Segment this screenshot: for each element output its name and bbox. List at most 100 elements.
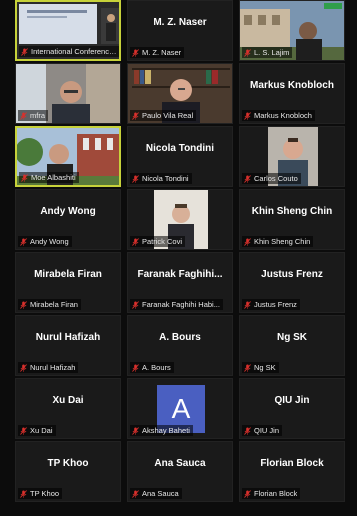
participant-display-name: Mirabela Firan [34, 269, 102, 280]
participant-name-text: Mirabela Firan [30, 300, 78, 309]
microphone-muted-icon [244, 48, 251, 57]
participant-tile[interactable]: Khin Sheng Chin Khin Sheng Chin [239, 189, 345, 250]
participant-name-text: International Conference... [31, 47, 119, 56]
participant-tile[interactable]: International Conference... [15, 0, 121, 61]
participant-name-label: L. S. Lajim [242, 47, 293, 58]
participant-display-name: Khin Sheng Chin [251, 206, 333, 217]
participant-name-text: Justus Frenz [254, 300, 297, 309]
microphone-muted-icon [20, 426, 27, 435]
participant-display-name: A. Bours [159, 332, 201, 343]
participant-name-label: Xu Dai [18, 425, 56, 436]
participant-tile[interactable]: L. S. Lajim [239, 0, 345, 61]
participant-name-label: Khin Sheng Chin [242, 236, 314, 247]
participant-display-name: Justus Frenz [261, 269, 323, 280]
participant-tile[interactable]: Ana Sauca Ana Sauca [127, 441, 233, 502]
participant-tile[interactable]: Faranak Faghihi... Faranak Faghihi Habi..… [127, 252, 233, 313]
microphone-muted-icon [132, 489, 139, 498]
participant-name-text: QIU Jin [254, 426, 280, 435]
microphone-muted-icon [244, 363, 251, 372]
participant-name-label: International Conference... [19, 46, 119, 57]
participant-name-text: Ng SK [254, 363, 276, 372]
participant-display-name: Faranak Faghihi... [137, 269, 223, 280]
participant-name-text: Faranak Faghihi Habi... [142, 300, 220, 309]
participant-name-label: Carlos Couto [242, 173, 301, 184]
participant-name-label: QIU Jin [242, 425, 283, 436]
participant-tile[interactable]: mfra [15, 63, 121, 124]
participant-name-label: mfra [18, 110, 48, 121]
participant-name-label: A. Bours [130, 362, 174, 373]
microphone-muted-icon [132, 48, 139, 57]
participant-name-text: M. Z. Naser [142, 48, 182, 57]
gallery-grid: International Conference... M. Z. Naser M.… [15, 0, 345, 502]
microphone-muted-icon [20, 237, 27, 246]
participant-tile[interactable]: Paulo Vila Real [127, 63, 233, 124]
participant-display-name: QIU Jin [274, 395, 310, 406]
participant-tile[interactable]: A Akshay Baheti [127, 378, 233, 439]
microphone-muted-icon [244, 237, 251, 246]
microphone-muted-icon [20, 363, 27, 372]
participant-tile[interactable]: Carlos Couto [239, 126, 345, 187]
microphone-muted-icon [132, 111, 139, 120]
participant-tile[interactable]: Florian Block Florian Block [239, 441, 345, 502]
participant-display-name: TP Khoo [47, 458, 89, 469]
participant-name-text: mfra [30, 111, 45, 120]
microphone-muted-icon [132, 237, 139, 246]
participant-name-label: TP Khoo [18, 488, 63, 499]
participant-name-label: Faranak Faghihi Habi... [130, 299, 223, 310]
microphone-muted-icon [20, 489, 27, 498]
participant-name-text: Akshay Baheti [142, 426, 190, 435]
participant-name-text: Khin Sheng Chin [254, 237, 311, 246]
participant-name-text: Florian Block [254, 489, 298, 498]
participant-name-label: Patrick Covi [130, 236, 186, 247]
participant-tile[interactable]: A. Bours A. Bours [127, 315, 233, 376]
participant-display-name: M. Z. Naser [153, 17, 207, 28]
participant-tile[interactable]: Patrick Covi [127, 189, 233, 250]
participant-name-text: Patrick Covi [142, 237, 183, 246]
microphone-muted-icon [244, 426, 251, 435]
microphone-muted-icon [132, 300, 139, 309]
participant-tile[interactable]: QIU Jin QIU Jin [239, 378, 345, 439]
microphone-muted-icon [244, 111, 251, 120]
participant-name-label: Andy Wong [18, 236, 72, 247]
participant-display-name: Ana Sauca [154, 458, 206, 469]
participant-tile[interactable]: Xu Dai Xu Dai [15, 378, 121, 439]
participant-name-label: Markus Knobloch [242, 110, 315, 121]
participant-display-name: Ng SK [277, 332, 307, 343]
participant-name-label: Nicola Tondini [130, 173, 192, 184]
microphone-muted-icon [20, 300, 27, 309]
participant-name-label: Akshay Baheti [130, 425, 193, 436]
participant-tile[interactable]: Justus Frenz Justus Frenz [239, 252, 345, 313]
participant-name-text: Moe Albashiti [31, 173, 76, 182]
participant-display-name: Markus Knobloch [250, 80, 334, 91]
participant-name-text: Ana Sauca [142, 489, 179, 498]
participant-tile[interactable]: Markus Knobloch Markus Knobloch [239, 63, 345, 124]
participant-name-label: Ng SK [242, 362, 279, 373]
participant-name-label: Mirabela Firan [18, 299, 81, 310]
participant-name-label: M. Z. Naser [130, 47, 185, 58]
participant-name-label: Justus Frenz [242, 299, 300, 310]
participant-display-name: Nurul Hafizah [35, 332, 101, 343]
participant-display-name: Florian Block [260, 458, 324, 469]
participant-name-text: TP Khoo [30, 489, 60, 498]
microphone-muted-icon [244, 489, 251, 498]
participant-name-label: Moe Albashiti [19, 172, 79, 183]
participant-tile[interactable]: M. Z. Naser M. Z. Naser [127, 0, 233, 61]
microphone-muted-icon [132, 174, 139, 183]
participant-name-label: Florian Block [242, 488, 301, 499]
participant-tile[interactable]: Mirabela Firan Mirabela Firan [15, 252, 121, 313]
participant-tile[interactable]: Nurul Hafizah Nurul Hafizah [15, 315, 121, 376]
participant-tile[interactable]: Nicola Tondini Nicola Tondini [127, 126, 233, 187]
microphone-muted-icon [244, 174, 251, 183]
participant-tile[interactable]: Ng SK Ng SK [239, 315, 345, 376]
microphone-muted-icon [21, 47, 28, 56]
participant-display-name: Xu Dai [52, 395, 84, 406]
participant-name-text: Xu Dai [30, 426, 53, 435]
participant-name-text: Nicola Tondini [142, 174, 189, 183]
participant-name-label: Paulo Vila Real [130, 110, 197, 121]
microphone-muted-icon [132, 363, 139, 372]
participant-tile[interactable]: Andy Wong Andy Wong [15, 189, 121, 250]
participant-tile[interactable]: Moe Albashiti [15, 126, 121, 187]
participant-tile[interactable]: TP Khoo TP Khoo [15, 441, 121, 502]
participant-name-text: Nurul Hafizah [30, 363, 76, 372]
participant-name-text: Markus Knobloch [254, 111, 312, 120]
